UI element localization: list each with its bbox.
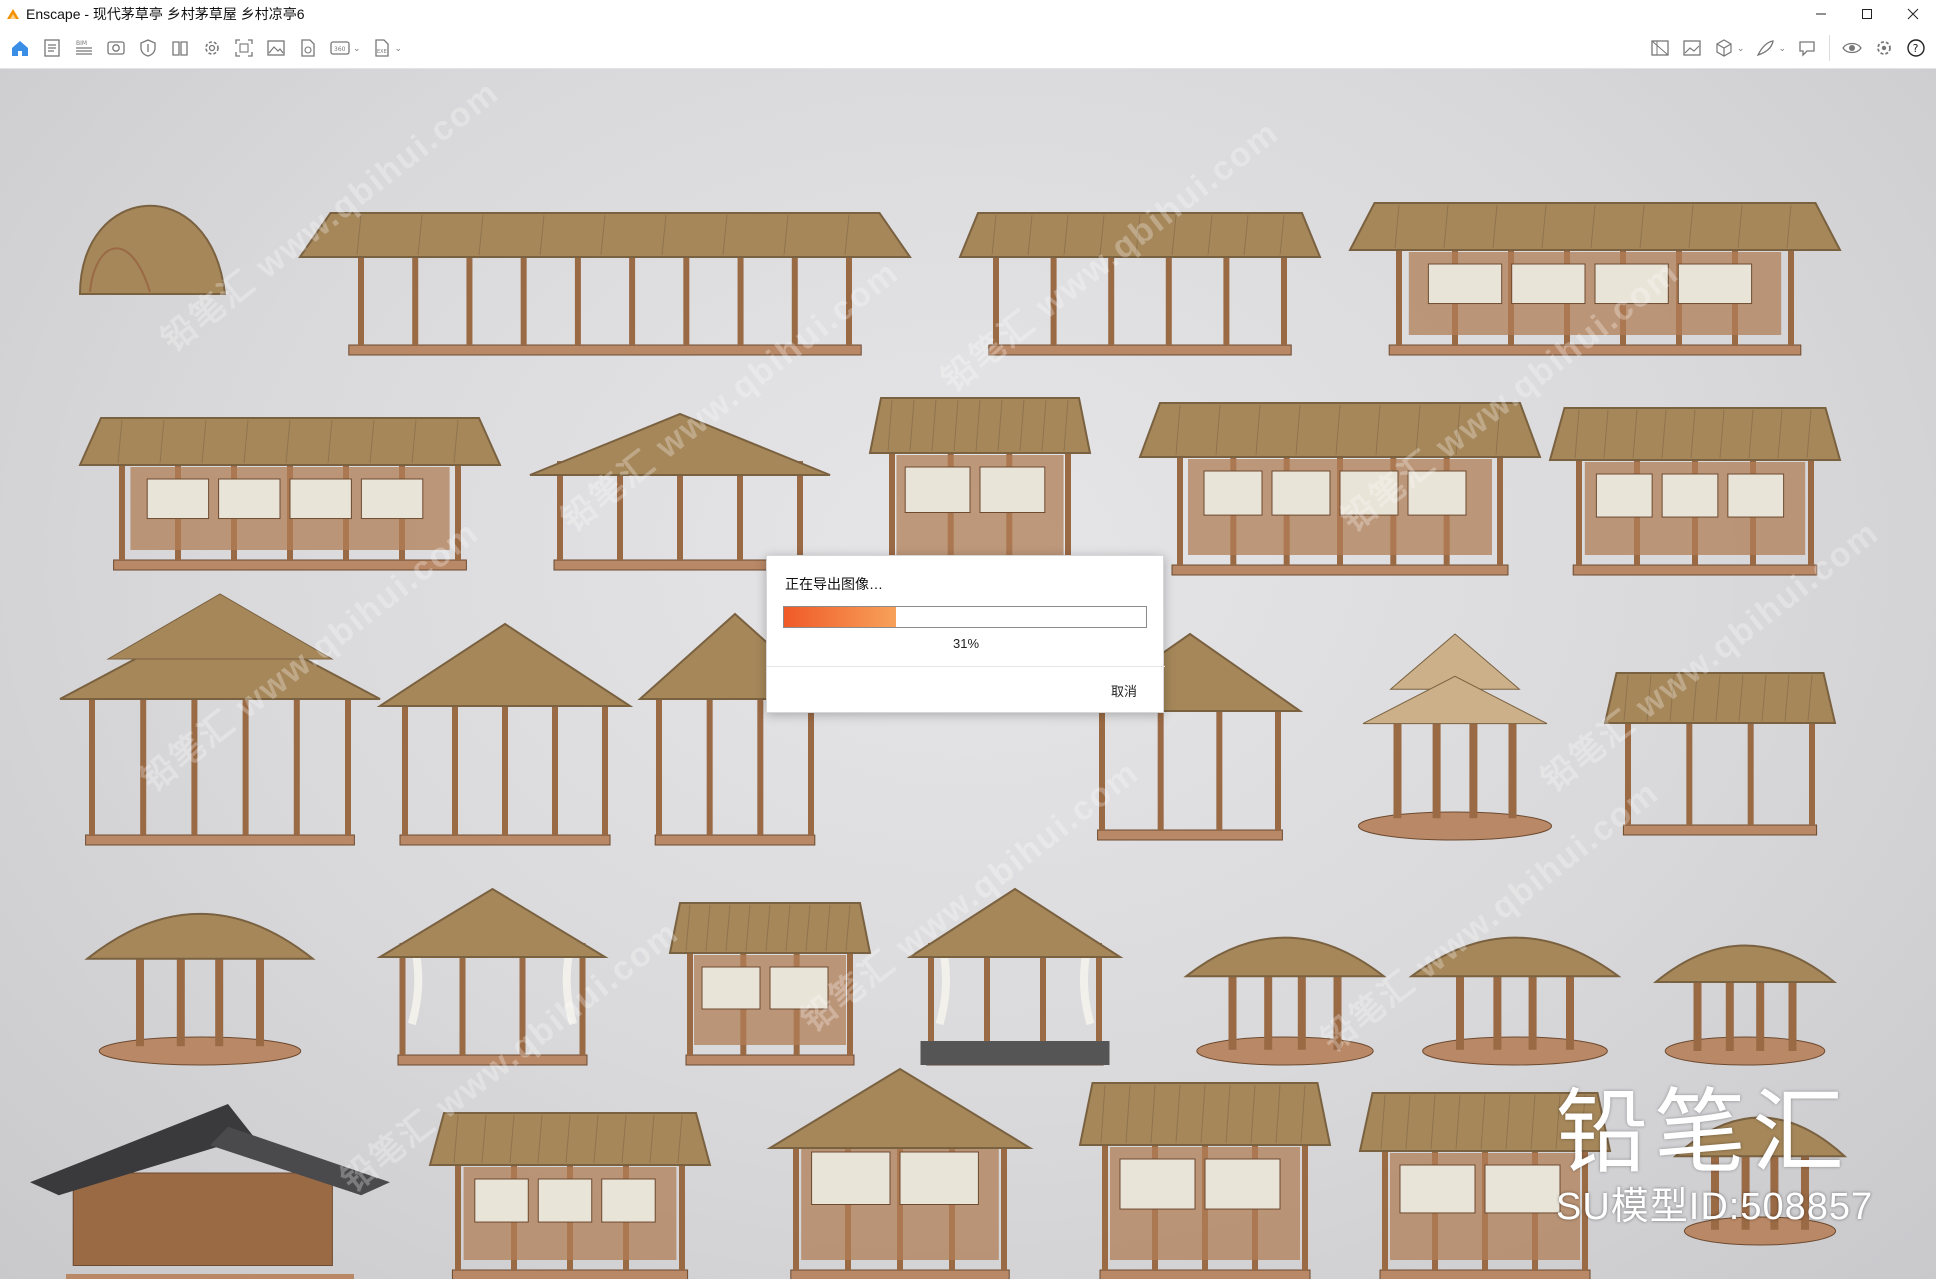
gear-settings-icon	[1877, 41, 1891, 55]
panorama-360-icon: 360	[330, 41, 350, 55]
window-title: Enscape - 现代茅草亭 乡村茅草屋 乡村凉亭6	[26, 6, 305, 22]
brush-button[interactable]: ⌄	[1749, 32, 1791, 64]
camera-view-icon	[107, 41, 125, 55]
library-button[interactable]	[164, 32, 196, 64]
panorama-button[interactable]: 360 ⌄	[324, 32, 366, 64]
progress-percent: 31%	[952, 636, 980, 651]
home-icon	[12, 41, 28, 56]
model-small-thatched-cabin	[868, 394, 1092, 579]
bim-list-icon: BIM	[76, 40, 92, 55]
exe-export-button[interactable]: EXE ⌄	[366, 32, 408, 64]
chevron-down-icon: ⌄	[394, 42, 403, 53]
help-button[interactable]: ?	[1900, 32, 1932, 64]
dialog-divider	[767, 666, 1165, 667]
model-thatched-veranda-pavilion	[1548, 404, 1842, 579]
map-icon	[1651, 40, 1669, 56]
enscape-logo-icon	[7, 9, 19, 19]
chevron-down-icon: ⌄	[1736, 42, 1745, 53]
model-thatched-cabin-with-deck	[1138, 399, 1542, 579]
document-icon	[44, 39, 60, 57]
model-simple-thatched-canopy	[1603, 669, 1837, 839]
asset-shield-icon	[140, 39, 156, 57]
settings-button[interactable]	[196, 32, 228, 64]
export-progress-dialog: 正在导出图像… 31% 取消	[766, 555, 1165, 713]
export-progress-bar	[783, 606, 1147, 628]
asset-button[interactable]	[132, 32, 164, 64]
model-thatched-lattice-cabin	[668, 899, 872, 1069]
settings-gear-icon	[205, 41, 219, 55]
maximize-icon[interactable]	[1844, 0, 1890, 28]
screenshot-frame-icon	[235, 39, 253, 57]
gallery-button[interactable]	[1676, 32, 1708, 64]
model-square-thatched-gazebo	[1180, 909, 1390, 1069]
image-button[interactable]	[260, 32, 292, 64]
model-thatched-stilt-house-with-tree	[1078, 1079, 1332, 1279]
camera-view-button[interactable]	[100, 32, 132, 64]
help-icon: ?	[1907, 39, 1925, 57]
exe-export-icon: EXE	[374, 39, 389, 57]
book-library-icon	[172, 41, 188, 56]
model-round-thatched-umbrella-gazebo	[80, 879, 320, 1069]
model-two-story-thatched-stilt-house	[766, 1067, 1034, 1279]
toolbar-divider	[1829, 35, 1830, 61]
model-open-thatched-pavilion	[529, 412, 831, 574]
file-export-button[interactable]	[292, 32, 324, 64]
model-octagonal-thatched-gazebo	[1405, 909, 1625, 1069]
model-curtained-thatched-gazebo	[376, 887, 609, 1069]
minimize-icon[interactable]	[1798, 0, 1844, 28]
file-export-icon	[301, 39, 315, 57]
gear-settings-button[interactable]	[1868, 32, 1900, 64]
svg-text:?: ?	[1913, 42, 1919, 55]
dialog-title: 正在导出图像…	[785, 576, 883, 592]
bim-list-button[interactable]: BIM	[68, 32, 100, 64]
model-thatched-gate-canopy	[958, 209, 1322, 359]
cube-view-icon	[1716, 39, 1732, 57]
model-thatched-house-with-porch	[78, 414, 502, 574]
title-bar: Enscape - 现代茅草亭 乡村茅草屋 乡村凉亭6	[0, 0, 1936, 28]
visibility-button[interactable]	[1836, 32, 1868, 64]
image-icon	[267, 40, 285, 56]
model-thatched-gazebo-on-stone	[906, 887, 1124, 1069]
feather-brush-icon	[1757, 40, 1775, 57]
model-dark-roof-modern-cabin	[30, 1099, 390, 1279]
eye-visibility-icon	[1842, 42, 1862, 54]
gallery-image-icon	[1683, 40, 1701, 56]
model-thatched-lattice-pavilion	[1348, 199, 1842, 359]
model-round-thatched-gazebo-deck	[1650, 919, 1840, 1069]
document-button[interactable]	[36, 32, 68, 64]
model-round-tiered-thatched-gazebo	[1340, 629, 1570, 844]
feedback-button[interactable]	[1791, 32, 1823, 64]
cube-view-button[interactable]: ⌄	[1708, 32, 1750, 64]
model-stilt-thatched-gazebo	[376, 622, 634, 849]
chevron-down-icon: ⌄	[1778, 42, 1786, 53]
svg-text:EXE: EXE	[377, 49, 387, 55]
model-two-tier-thatched-pavilion	[59, 593, 381, 849]
brand-watermark-id: SU模型ID:508857	[1556, 1186, 1874, 1228]
close-icon[interactable]	[1890, 0, 1936, 28]
chevron-down-icon: ⌄	[353, 42, 361, 53]
home-button[interactable]	[4, 32, 36, 64]
toolbar-right-group: ⌄ ⌄ ?	[1644, 28, 1932, 68]
svg-text:BIM: BIM	[76, 40, 87, 47]
cancel-button[interactable]: 取消	[1111, 681, 1137, 700]
toolbar-left-group: BIM 360 ⌄ EXE ⌄	[4, 28, 407, 68]
map-button[interactable]	[1644, 32, 1676, 64]
brand-watermark-title: 铅笔汇	[1556, 1079, 1851, 1186]
model-thatched-arch-hut	[70, 164, 230, 304]
progress-fill	[784, 607, 897, 627]
chat-feedback-icon	[1799, 41, 1815, 57]
svg-text:360: 360	[334, 46, 346, 53]
screenshot-button[interactable]	[228, 32, 260, 64]
enscape-toolbar: BIM 360 ⌄ EXE ⌄ ⌄ ⌄ ?	[0, 28, 1936, 91]
model-long-thatched-corridor	[298, 209, 912, 359]
model-thatched-guest-house	[428, 1109, 712, 1279]
